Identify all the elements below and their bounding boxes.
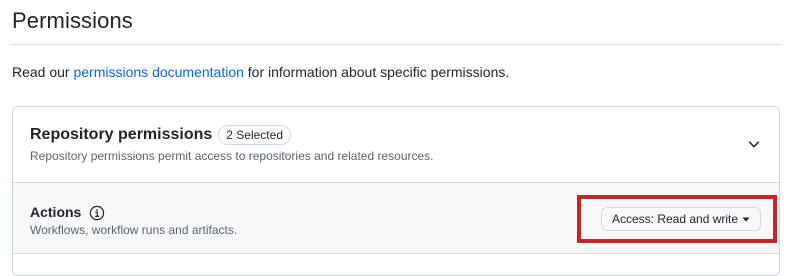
repository-permissions-title-row: Repository permissions 2 Selected [30, 125, 291, 145]
actions-description: Workflows, workflow runs and artifacts. [30, 223, 238, 237]
repository-permissions-title: Repository permissions [30, 126, 213, 143]
info-icon[interactable] [89, 205, 105, 221]
page-title: Permissions [12, 8, 133, 33]
repository-permissions-description: Repository permissions permit access to … [30, 149, 434, 163]
title-divider [12, 44, 780, 45]
caret-down-icon [742, 217, 750, 222]
permissions-documentation-link[interactable]: permissions documentation [73, 64, 243, 80]
access-level-dropdown-button[interactable]: Access: Read and write [601, 207, 762, 231]
actions-permission-row: Actions Workflows, workflow runs and art… [13, 183, 779, 253]
selected-count-badge: 2 Selected [218, 125, 291, 145]
access-level-label: Access: Read and write [612, 212, 739, 226]
actions-title-row: Actions [30, 203, 105, 221]
intro-text: Read our permissions documentation for i… [12, 64, 509, 80]
intro-suffix: for information about specific permissio… [243, 64, 510, 80]
next-row-divider [13, 253, 779, 254]
actions-title: Actions [30, 204, 82, 220]
intro-prefix: Read our [12, 64, 74, 80]
chevron-down-icon[interactable] [747, 137, 761, 151]
repository-permissions-header[interactable]: Repository permissions 2 Selected Reposi… [13, 107, 779, 183]
highlight-annotation-box: Access: Read and write [577, 195, 777, 243]
permissions-panel: Repository permissions 2 Selected Reposi… [12, 106, 780, 276]
